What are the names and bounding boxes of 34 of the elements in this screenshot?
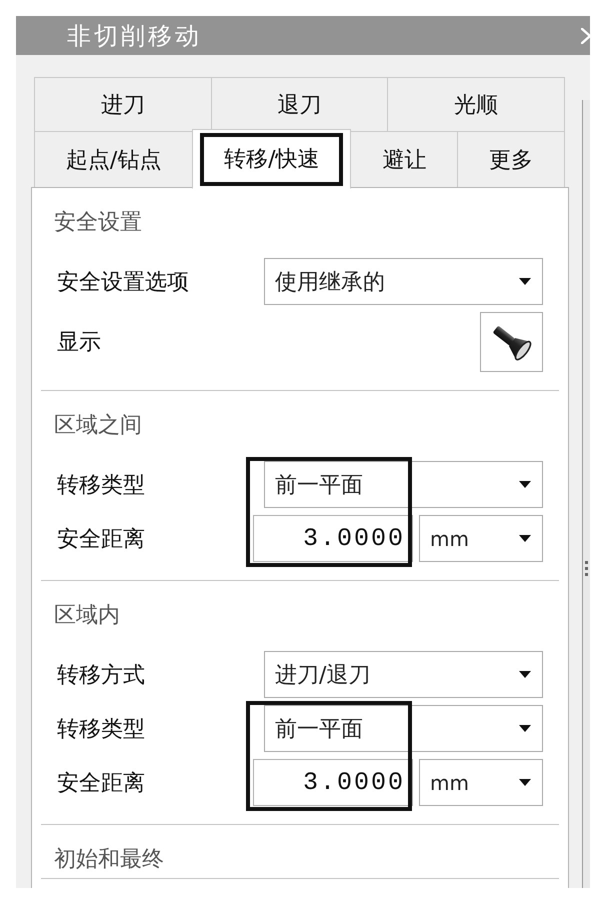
- value-field[interactable]: 3.0000: [253, 759, 413, 806]
- section-header: 安全设置: [53, 210, 143, 236]
- tab[interactable]: 进刀: [35, 78, 212, 132]
- dropdown[interactable]: 前一平面: [264, 461, 543, 508]
- caret-icon: [519, 481, 531, 488]
- tab[interactable]: 退刀: [212, 78, 388, 132]
- display-button[interactable]: [480, 312, 543, 372]
- section-header: 区域内: [53, 603, 121, 629]
- field-label: 转移类型: [57, 472, 146, 500]
- dropdown[interactable]: 使用继承的: [264, 258, 543, 305]
- field-label: 安全距离: [57, 526, 146, 554]
- field-label: 安全距离: [57, 770, 146, 798]
- caret-icon: [519, 535, 531, 542]
- grip-icon: [585, 561, 588, 576]
- caret-icon: [519, 725, 531, 732]
- field-label: 转移方式: [57, 662, 146, 690]
- tab[interactable]: 转移/快速: [192, 129, 352, 189]
- side-splitter[interactable]: [582, 100, 590, 888]
- value-field[interactable]: 3.0000: [253, 515, 413, 562]
- close-icon[interactable]: [581, 28, 590, 44]
- unit-dropdown[interactable]: mm: [419, 515, 543, 562]
- section-header: 区域之间: [53, 413, 143, 439]
- tab[interactable]: 光顺: [388, 78, 566, 132]
- field-label: 安全设置选项: [57, 268, 190, 296]
- dropdown[interactable]: 进刀/退刀: [264, 651, 543, 698]
- caret-icon: [519, 779, 531, 786]
- dropdown[interactable]: 前一平面: [264, 705, 543, 752]
- field-label: 显示: [57, 329, 102, 357]
- field-label: 转移类型: [57, 716, 146, 744]
- section-header: 初始和最终: [53, 847, 165, 873]
- unit-dropdown[interactable]: mm: [419, 759, 543, 806]
- caret-icon: [519, 671, 531, 678]
- window-title: 非切削移动: [66, 20, 202, 52]
- caret-icon: [519, 278, 531, 285]
